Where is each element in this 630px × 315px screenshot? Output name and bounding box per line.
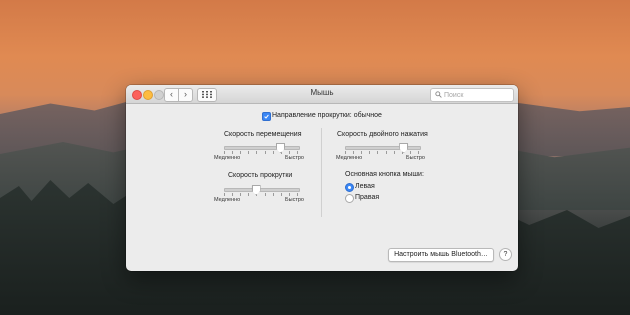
scroll-direction-checkbox[interactable] (262, 112, 271, 121)
tracking-speed-max-label: Быстро (285, 155, 304, 161)
slider-tick (240, 193, 241, 196)
column-divider (321, 128, 322, 217)
radio-right-label: Правая (355, 194, 380, 201)
double-click-speed-ticks (345, 151, 419, 154)
slider-tick (272, 151, 274, 154)
slider-tick (353, 151, 354, 154)
scroll-speed-min-label: Медленно (214, 197, 241, 203)
slider-tick (297, 193, 298, 196)
radio-left-button[interactable] (345, 183, 354, 192)
slider-tick (248, 193, 249, 196)
radio-right-button[interactable] (345, 194, 354, 203)
slider-tick (272, 193, 274, 196)
double-click-speed-label: Скорость двойного нажатия (337, 131, 428, 138)
double-click-speed-max-label: Быстро (406, 155, 425, 161)
slider-tick (369, 151, 370, 154)
tracking-speed-min-label: Медленно (214, 155, 241, 161)
slider-tick (232, 151, 233, 154)
slider-tick (264, 151, 266, 154)
magnifier-icon (435, 91, 442, 98)
slider-tick (297, 151, 298, 154)
primary-button-label: Основная кнопка мыши: (345, 171, 424, 178)
tracking-speed-label: Скорость перемещения (224, 131, 302, 138)
scroll-speed-max-label: Быстро (285, 197, 304, 203)
slider-tick (248, 151, 249, 154)
slider-tick (280, 193, 282, 196)
slider-tick (385, 151, 387, 154)
slider-tick (393, 151, 395, 154)
scroll-direction-label: Направление прокрутки: обычное (272, 112, 382, 119)
slider-tick (361, 151, 362, 154)
search-field[interactable] (430, 88, 514, 102)
slider-tick (224, 193, 225, 196)
scroll-speed-label: Скорость прокрутки (228, 172, 293, 179)
slider-tick (232, 193, 233, 196)
mouse-preferences-window: ‹ › Мышь Направление прокрутки: обыч (126, 85, 518, 271)
scroll-speed-slider[interactable] (224, 188, 300, 192)
slider-tick (377, 151, 378, 154)
tracking-speed-ticks (224, 151, 298, 154)
radio-left-label: Левая (355, 183, 375, 190)
setup-bluetooth-mouse-button[interactable]: Настроить мышь Bluetooth… (388, 248, 494, 262)
slider-tick (240, 151, 241, 154)
slider-tick (418, 151, 419, 154)
tracking-speed-slider[interactable] (224, 146, 300, 150)
slider-tick (288, 193, 290, 196)
slider-tick (288, 151, 290, 154)
slider-tick (264, 193, 266, 196)
search-input[interactable] (444, 89, 510, 101)
checkmark-icon (264, 114, 269, 119)
scroll-speed-ticks (224, 193, 298, 196)
title-bar: ‹ › Мышь (126, 85, 518, 104)
slider-tick (409, 151, 411, 154)
double-click-speed-min-label: Медленно (336, 155, 363, 161)
slider-tick (345, 151, 346, 154)
slider-tick (256, 151, 257, 154)
help-button[interactable]: ? (499, 248, 512, 261)
slider-tick (224, 151, 225, 154)
double-click-speed-slider[interactable] (345, 146, 421, 150)
